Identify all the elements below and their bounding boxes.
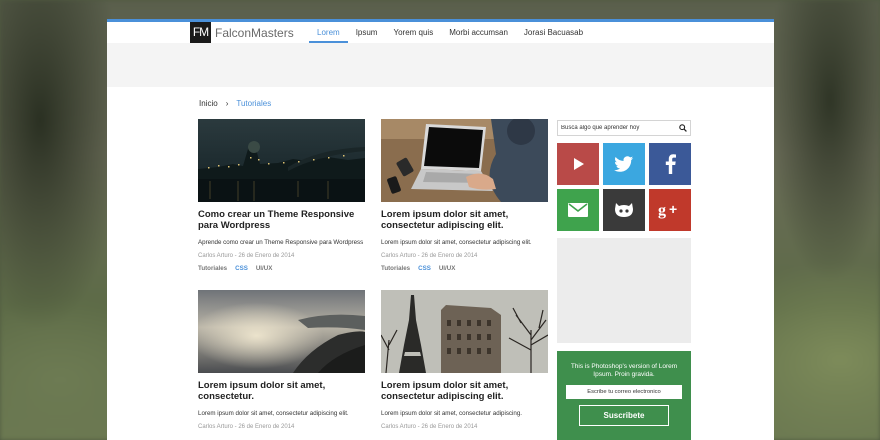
post-thumbnail-laptop[interactable]: [381, 119, 548, 202]
tag-uiux[interactable]: UI/UX: [256, 265, 273, 272]
facebook-button[interactable]: [649, 143, 691, 185]
search-icon[interactable]: [676, 121, 690, 135]
banner-area: [107, 43, 774, 87]
post-card: Lorem ipsum dolor sit amet, consectetur …: [381, 119, 548, 272]
page-window: FM FalconMasters Lorem Ipsum Yorem quis …: [107, 19, 774, 440]
newsletter-box: This is Photoshop's version of Lorem Ips…: [557, 351, 691, 440]
post-card: Como crear un Theme Responsive para Word…: [198, 119, 365, 272]
twitter-icon: [614, 155, 634, 172]
site-header: FM FalconMasters Lorem Ipsum Yorem quis …: [107, 22, 774, 43]
post-meta: Carlos Arturo - 26 de Enero de 2014: [198, 424, 295, 430]
svg-text:+: +: [669, 201, 677, 217]
email-button[interactable]: [557, 189, 599, 231]
play-icon: [574, 158, 584, 170]
github-button[interactable]: [603, 189, 645, 231]
post-card: Lorem ipsum dolor sit amet, consectetur.…: [198, 290, 365, 430]
twitter-button[interactable]: [603, 143, 645, 185]
post-title[interactable]: Lorem ipsum dolor sit amet, consectetur …: [381, 209, 548, 231]
post-excerpt: Lorem ipsum dolor sit amet, consectetur …: [198, 410, 349, 417]
post-card: Lorem ipsum dolor sit amet, consectetur …: [381, 290, 548, 430]
tag-css[interactable]: CSS: [418, 265, 431, 272]
nav-item-yorem-quis[interactable]: Yorem quis: [385, 22, 441, 43]
tag-uiux[interactable]: UI/UX: [439, 265, 456, 272]
post-tags: Tutoriales CSS UI/UX: [198, 265, 365, 272]
nav-item-jorasi-bacuasab[interactable]: Jorasi Bacuasab: [516, 22, 591, 43]
post-excerpt: Lorem ipsum dolor sit amet, consectetur …: [381, 239, 532, 246]
post-thumbnail-night-city[interactable]: [198, 119, 365, 202]
tag-css[interactable]: CSS: [235, 265, 248, 272]
post-meta: Carlos Arturo - 26 de Enero de 2014: [381, 424, 478, 430]
ad-placeholder: [557, 238, 691, 343]
breadcrumb-separator: ›: [225, 99, 229, 108]
post-meta: Carlos Arturo - 26 de Enero de 2014: [381, 253, 478, 259]
nav-item-ipsum[interactable]: Ipsum: [348, 22, 386, 43]
post-tags: Tutoriales CSS UI/UX: [381, 265, 548, 272]
post-title[interactable]: Como crear un Theme Responsive para Word…: [198, 209, 365, 231]
tag-tutoriales[interactable]: Tutoriales: [198, 265, 227, 272]
social-grid: g +: [557, 143, 691, 231]
post-thumbnail-coast[interactable]: [198, 290, 365, 373]
logo-mark: FM: [190, 22, 211, 43]
tag-tutoriales[interactable]: Tutoriales: [381, 265, 410, 272]
google-plus-icon: g +: [658, 201, 677, 219]
post-meta: Carlos Arturo - 26 de Enero de 2014: [198, 253, 295, 259]
breadcrumb-home[interactable]: Inicio: [199, 99, 218, 108]
logo-name: FalconMasters: [215, 25, 294, 40]
post-excerpt: Aprende como crear un Theme Responsive p…: [198, 239, 364, 246]
post-title[interactable]: Lorem ipsum dolor sit amet, consectetur …: [381, 380, 548, 402]
post-thumbnail-paris[interactable]: [381, 290, 548, 373]
breadcrumb: Inicio › Tutoriales: [199, 99, 271, 108]
mail-icon: [568, 203, 588, 217]
main-nav: Lorem Ipsum Yorem quis Morbi accumsan Jo…: [309, 22, 591, 43]
newsletter-email-input[interactable]: [566, 385, 682, 399]
github-icon: [615, 203, 633, 217]
facebook-icon: [665, 154, 676, 174]
post-title[interactable]: Lorem ipsum dolor sit amet, consectetur.: [198, 380, 365, 402]
nav-item-morbi-accumsan[interactable]: Morbi accumsan: [441, 22, 516, 43]
youtube-button[interactable]: [557, 143, 599, 185]
breadcrumb-current: Tutoriales: [236, 99, 272, 108]
svg-text:g: g: [658, 202, 666, 219]
search-input[interactable]: [558, 125, 676, 131]
post-excerpt: Lorem ipsum dolor sit amet, consectetur …: [381, 410, 523, 417]
nav-item-lorem[interactable]: Lorem: [309, 22, 348, 43]
google-plus-button[interactable]: g +: [649, 189, 691, 231]
logo[interactable]: FM FalconMasters: [190, 22, 294, 43]
newsletter-text: This is Photoshop's version of Lorem Ips…: [570, 363, 678, 378]
search-box: [557, 120, 691, 136]
subscribe-button[interactable]: Suscribete: [579, 405, 669, 426]
